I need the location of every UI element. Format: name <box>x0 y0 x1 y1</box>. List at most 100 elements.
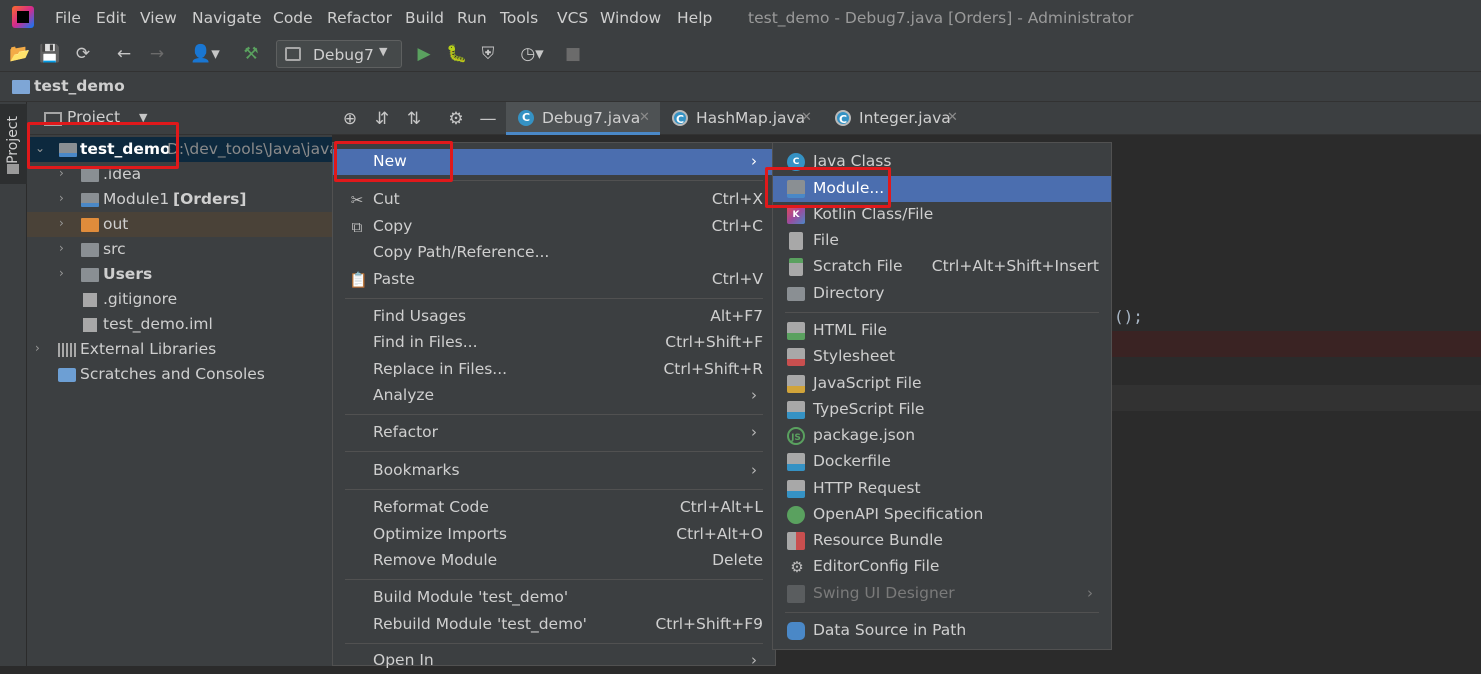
menu-window[interactable]: Window <box>600 9 661 27</box>
menu-vcs[interactable]: VCS <box>557 9 588 27</box>
submenu-item-editorconfig[interactable]: ⚙ EditorConfig File <box>773 554 1111 580</box>
stop-icon[interactable]: ■ <box>563 44 583 64</box>
tree-row-src[interactable]: › src <box>27 237 332 262</box>
submenu-item-file[interactable]: File <box>773 228 1111 254</box>
menu-label-bookmarks: Bookmarks <box>373 461 460 479</box>
tab-hashmap[interactable]: C HashMap.java ✕ <box>660 102 823 135</box>
menu-navigate[interactable]: Navigate <box>192 9 262 27</box>
menu-item-cut[interactable]: ✂ Cut Ctrl+X <box>333 187 775 213</box>
submenu-item-package-json[interactable]: JS package.json <box>773 423 1111 449</box>
menu-item-reformat-code[interactable]: Reformat Code Ctrl+Alt+L <box>333 495 775 521</box>
forward-arrow-icon[interactable]: → <box>147 44 167 64</box>
close-icon[interactable]: ✕ <box>947 110 958 125</box>
menu-item-analyze[interactable]: Analyze › <box>333 383 775 409</box>
menu-run[interactable]: Run <box>457 9 487 27</box>
tree-label-scratches: Scratches and Consoles <box>80 365 265 383</box>
menu-item-refactor[interactable]: Refactor › <box>333 420 775 446</box>
locate-target-icon[interactable]: ⊕ <box>340 109 360 129</box>
save-icon[interactable]: 💾 <box>39 44 60 64</box>
build-hammer-icon[interactable]: ⚒ <box>241 44 261 64</box>
menu-item-build-module[interactable]: Build Module 'test_demo' <box>333 585 775 611</box>
chevron-right-icon[interactable]: › <box>59 216 64 230</box>
menu-edit[interactable]: Edit <box>96 9 126 27</box>
menu-refactor[interactable]: Refactor <box>327 9 392 27</box>
tree-row-module1[interactable]: › Module1 [Orders] <box>27 187 332 212</box>
submenu-item-resource-bundle[interactable]: Resource Bundle <box>773 528 1111 554</box>
tab-debug7[interactable]: C Debug7.java ✕ <box>506 102 660 135</box>
submenu-item-stylesheet[interactable]: Stylesheet <box>773 344 1111 370</box>
chevron-down-icon[interactable]: ▼ <box>139 111 147 124</box>
tree-row-scratches[interactable]: Scratches and Consoles <box>27 362 332 387</box>
profile-dropdown-icon[interactable]: ◷▾ <box>512 44 552 64</box>
chevron-right-icon[interactable]: › <box>59 241 64 255</box>
submenu-item-javascript[interactable]: JavaScript File <box>773 371 1111 397</box>
tree-row-out[interactable]: › out <box>27 212 332 237</box>
menu-file[interactable]: File <box>55 9 81 27</box>
menu-help[interactable]: Help <box>677 9 712 27</box>
tree-row-iml[interactable]: test_demo.iml <box>27 312 332 337</box>
submenu-item-java-class[interactable]: C Java Class <box>773 149 1111 175</box>
folder-icon <box>81 218 99 232</box>
menu-item-paste[interactable]: 📋 Paste Ctrl+V <box>333 267 775 293</box>
tree-row-gitignore[interactable]: .gitignore <box>27 287 332 312</box>
menu-item-find-in-files[interactable]: Find in Files... Ctrl+Shift+F <box>333 330 775 356</box>
minimize-icon[interactable]: — <box>478 109 498 129</box>
menu-item-replace-in-files[interactable]: Replace in Files... Ctrl+Shift+R <box>333 357 775 383</box>
submenu-item-kotlin[interactable]: K Kotlin Class/File <box>773 202 1111 228</box>
submenu-item-openapi[interactable]: OpenAPI Specification <box>773 502 1111 528</box>
breadcrumb-project[interactable]: test_demo <box>34 77 125 95</box>
chevron-down-icon[interactable]: ⌄ <box>35 141 45 155</box>
menu-item-bookmarks[interactable]: Bookmarks › <box>333 458 775 484</box>
submenu-label-http-request: HTTP Request <box>813 479 921 497</box>
back-arrow-icon[interactable]: ← <box>114 44 134 64</box>
chevron-right-icon[interactable]: › <box>35 341 40 355</box>
folder-icon <box>7 164 19 174</box>
submenu-item-typescript[interactable]: TypeScript File <box>773 397 1111 423</box>
menu-view[interactable]: View <box>140 9 177 27</box>
tab-integer[interactable]: C Integer.java ✕ <box>823 102 969 135</box>
menu-tools[interactable]: Tools <box>500 9 538 27</box>
menu-item-new[interactable]: New › <box>333 149 775 175</box>
collapse-all-icon[interactable]: ⇅ <box>404 109 424 129</box>
run-icon[interactable]: ▶ <box>414 44 434 64</box>
submenu-item-http-request[interactable]: HTTP Request <box>773 476 1111 502</box>
chevron-right-icon[interactable]: › <box>59 266 64 280</box>
submenu-item-scratch[interactable]: Scratch File Ctrl+Alt+Shift+Insert <box>773 254 1111 280</box>
chevron-right-icon[interactable]: › <box>59 166 64 180</box>
menu-item-find-usages[interactable]: Find Usages Alt+F7 <box>333 304 775 330</box>
tree-row-users[interactable]: › Users <box>27 262 332 287</box>
debug-bug-icon[interactable]: 🐛 <box>446 44 467 64</box>
expand-all-icon[interactable]: ⇵ <box>372 109 392 129</box>
close-icon[interactable]: ✕ <box>801 110 812 125</box>
menu-item-copy-path[interactable]: Copy Path/Reference... <box>333 240 775 266</box>
run-configuration-select[interactable]: Debug7 ▼ <box>276 40 402 68</box>
submenu-item-swing-ui[interactable]: Swing UI Designer › <box>773 581 1111 607</box>
project-view-label[interactable]: Project <box>67 108 120 126</box>
chevron-down-icon: ▼ <box>379 45 388 58</box>
submenu-label-editorconfig: EditorConfig File <box>813 557 940 575</box>
tree-row-root[interactable]: ⌄ test_demo D:\dev_tools\Java\javac <box>27 137 347 162</box>
submenu-item-html[interactable]: HTML File <box>773 318 1111 344</box>
menu-item-remove-module[interactable]: Remove Module Delete <box>333 548 775 574</box>
menu-item-open-in[interactable]: Open In › <box>333 648 775 674</box>
sync-icon[interactable]: ⟳ <box>73 44 93 64</box>
submenu-item-module[interactable]: Module... <box>773 176 1111 202</box>
chevron-right-icon[interactable]: › <box>59 191 64 205</box>
submenu-shortcut-scratch: Ctrl+Alt+Shift+Insert <box>931 257 1099 275</box>
menu-code[interactable]: Code <box>273 9 313 27</box>
menu-item-optimize-imports[interactable]: Optimize Imports Ctrl+Alt+O <box>333 522 775 548</box>
submenu-item-directory[interactable]: Directory <box>773 281 1111 307</box>
menu-item-copy[interactable]: ⧉ Copy Ctrl+C <box>333 214 775 240</box>
tree-row-external-libraries[interactable]: › External Libraries <box>27 337 332 362</box>
open-folder-icon[interactable]: 📂 <box>9 44 30 64</box>
close-icon[interactable]: ✕ <box>639 110 650 125</box>
user-dropdown-icon[interactable]: 👤▾ <box>190 44 220 64</box>
coverage-shield-icon[interactable]: ⛨ <box>478 44 498 64</box>
submenu-item-data-source[interactable]: Data Source in Path <box>773 618 1111 644</box>
window-title: test_demo - Debug7.java [Orders] - Admin… <box>748 9 1134 27</box>
menu-item-rebuild-module[interactable]: Rebuild Module 'test_demo' Ctrl+Shift+F9 <box>333 612 775 638</box>
gear-icon[interactable]: ⚙ <box>446 109 466 129</box>
menu-build[interactable]: Build <box>405 9 444 27</box>
tree-row-idea[interactable]: › .idea <box>27 162 332 187</box>
submenu-item-dockerfile[interactable]: Dockerfile <box>773 449 1111 475</box>
